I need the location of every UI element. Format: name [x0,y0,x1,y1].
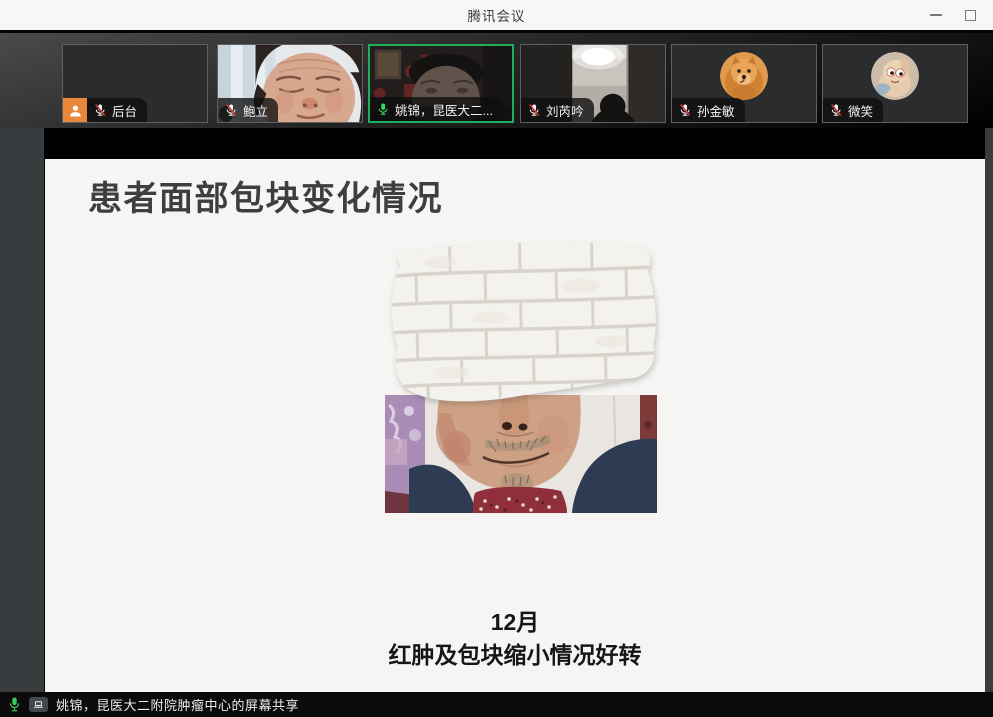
presentation-slide: 患者面部包块变化情况 [45,159,985,692]
window-controls [919,0,987,30]
slide-caption-month: 12月 [45,603,985,637]
presence-badge [63,98,87,122]
maximize-icon [965,10,976,21]
name-pill: 姚锦，昆医大二... [370,97,503,121]
name-pill: 后台 [87,98,147,122]
avatar-dog [720,52,768,100]
participant-tile-baoli[interactable]: 鲍立 [217,44,363,123]
share-status-text: 姚锦，昆医大二附院肿瘤中心的屏幕共享 [56,695,299,714]
mic-active-icon [8,696,21,713]
tencent-meeting-window: 腾讯会议 后台 [0,0,993,717]
participant-name: 刘芮吟 [546,101,584,120]
name-pill: 孙金敏 [672,98,745,122]
minimize-icon [930,14,942,16]
window-title: 腾讯会议 [468,5,526,25]
participant-tile-yaojin[interactable]: 姚锦，昆医大二... [368,44,514,123]
mic-muted-icon [527,103,541,117]
participant-strip: 后台 [0,30,993,128]
avatar-cartoon [871,52,919,100]
participant-tile-sunjinmin[interactable]: 孙金敏 [671,44,817,123]
participant-name: 姚锦，昆医大二... [395,100,493,119]
name-pill: 刘芮吟 [521,98,594,122]
mic-muted-icon [829,103,843,117]
minimize-button[interactable] [919,0,953,30]
mic-muted-icon [678,103,692,117]
slide-title: 患者面部包块变化情况 [88,171,443,220]
maximize-button[interactable] [953,0,987,30]
participant-name: 后台 [112,101,137,120]
mic-active-icon [376,102,390,116]
participant-name: 鲍立 [243,101,268,120]
participant-name: 微笑 [848,101,873,120]
person-icon [68,103,83,118]
participant-tile-liuruiyin[interactable]: 刘芮吟 [520,44,666,123]
participant-tile-weixiao[interactable]: 微笑 [822,44,968,123]
patient-photo-image [385,395,657,513]
dog-avatar-image [720,52,768,100]
shared-screen-stage: 患者面部包块变化情况 [44,128,985,692]
window-titlebar: 腾讯会议 [0,0,993,30]
privacy-brick-overlay-image [380,237,668,412]
name-pill: 微笑 [823,98,883,122]
name-pill: 鲍立 [218,98,278,122]
participant-name: 孙金敏 [697,101,735,120]
mic-muted-icon [93,103,107,117]
cartoon-avatar-image [871,52,919,100]
participant-tile-houtai[interactable]: 后台 [62,44,208,123]
screen-share-icon [29,697,48,712]
shared-screen-area: 患者面部包块变化情况 [0,128,993,692]
share-status-bar: 姚锦，昆医大二附院肿瘤中心的屏幕共享 [0,692,993,717]
mic-muted-icon [224,103,238,117]
slide-caption-status: 红肿及包块缩小情况好转 [45,636,985,670]
